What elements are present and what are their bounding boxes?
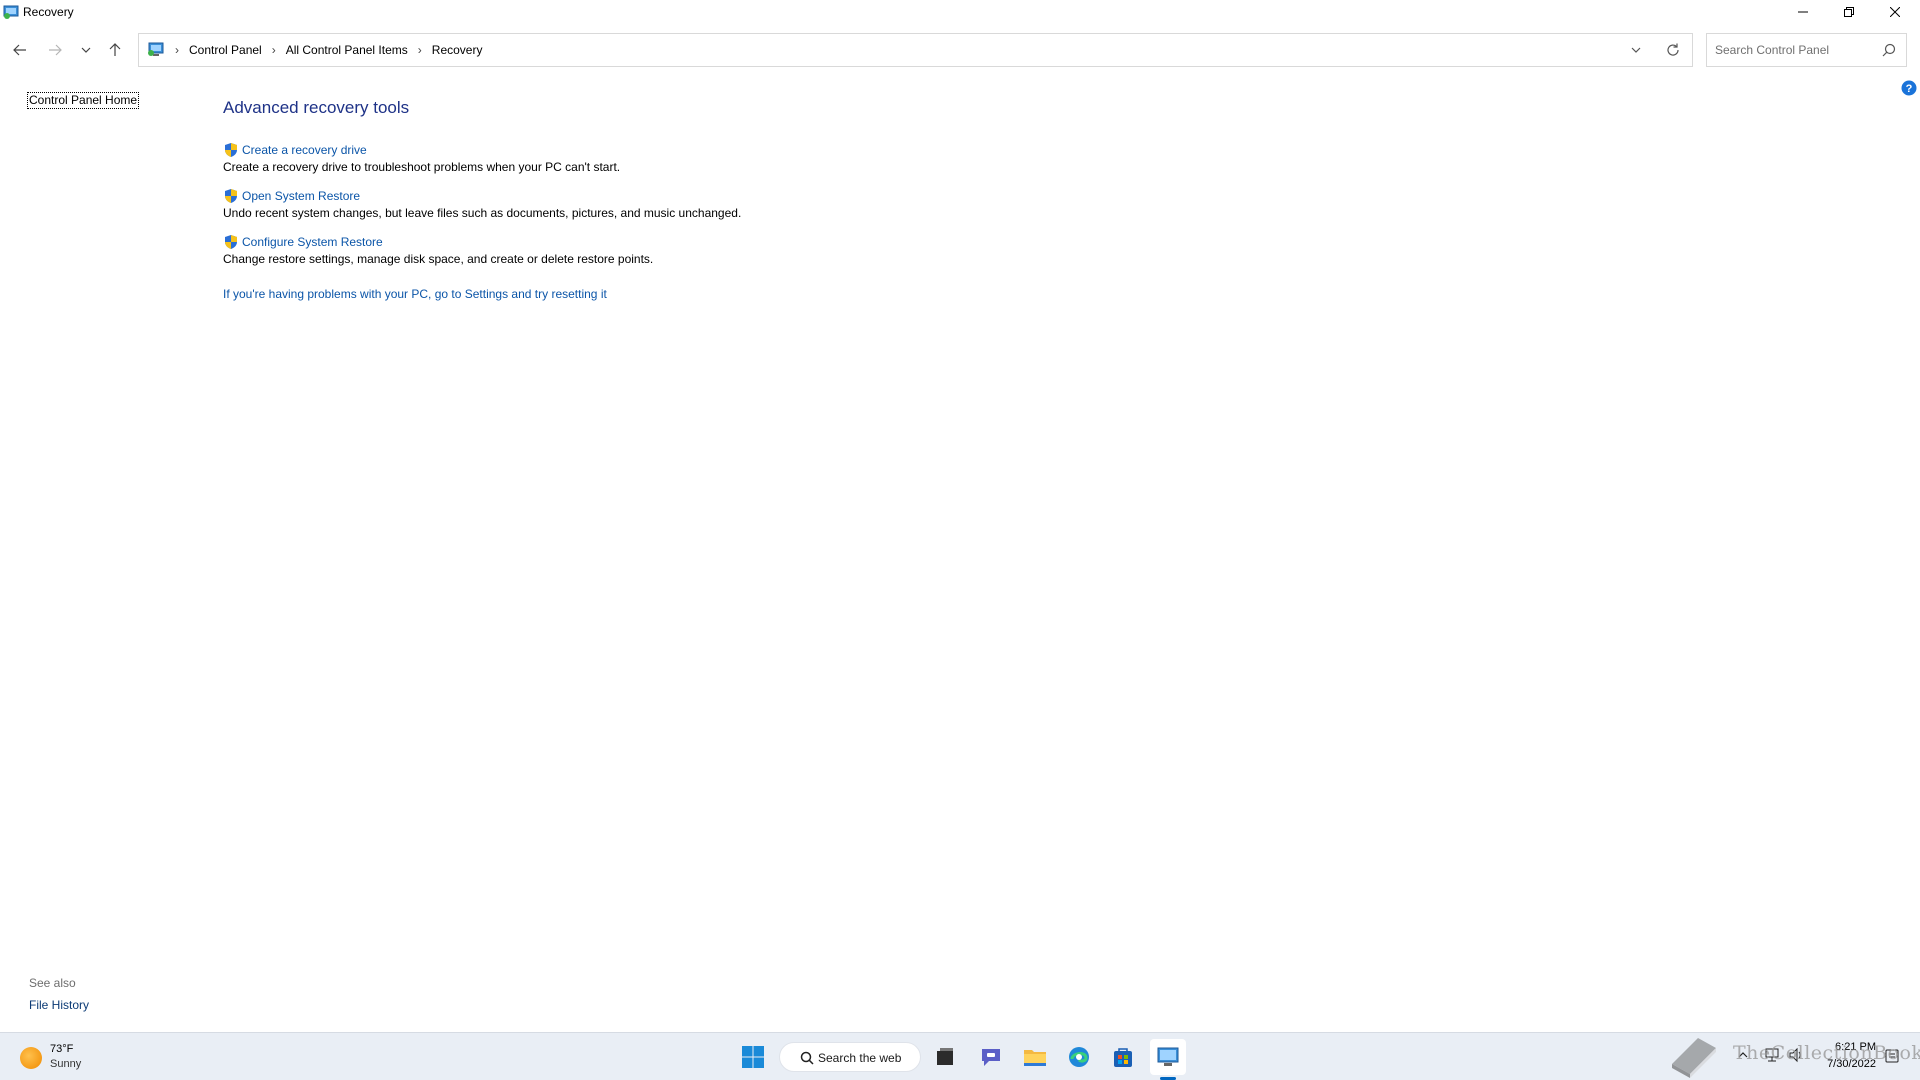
chevron-right-icon[interactable]: › [266, 43, 282, 57]
chat-icon [982, 1049, 1000, 1066]
back-button[interactable] [6, 32, 34, 68]
reset-pc-link[interactable]: If you're having problems with your PC, … [223, 287, 607, 301]
edge-browser-button[interactable] [1061, 1039, 1097, 1075]
search-input[interactable] [1715, 41, 1875, 59]
search-icon [800, 1051, 814, 1065]
store-button[interactable] [1105, 1039, 1141, 1075]
control-panel-icon [148, 42, 164, 56]
book-watermark-icon [1672, 1038, 1716, 1078]
chevron-right-icon: › [175, 43, 179, 57]
create-recovery-drive-description: Create a recovery drive to troubleshoot … [223, 160, 621, 174]
tool-configure-system-restore: Configure System Restore Change restore … [223, 234, 653, 266]
sun-icon[interactable] [20, 1047, 42, 1069]
open-system-restore-link[interactable]: Open System Restore [223, 188, 741, 204]
file-explorer-button[interactable] [1017, 1039, 1053, 1075]
arrow-left-icon [13, 44, 26, 56]
configure-system-restore-link[interactable]: Configure System Restore [223, 234, 653, 250]
folder-icon [1024, 1050, 1046, 1066]
arrow-up-icon [109, 43, 121, 56]
search-box[interactable] [1706, 33, 1907, 67]
teams-chat-button[interactable] [973, 1039, 1009, 1075]
chevron-down-icon [81, 47, 91, 53]
uac-shield-icon [225, 189, 237, 203]
task-view-icon [937, 1048, 953, 1065]
open-system-restore-description: Undo recent system changes, but leave fi… [223, 206, 742, 220]
taskbar-search-label: Search the web [818, 1051, 902, 1065]
taskbar: 73°F Sunny Search the web 6:21 PM 7/30/2… [0, 1032, 1920, 1080]
store-icon [1114, 1048, 1132, 1067]
restore-button[interactable] [1826, 0, 1872, 24]
breadcrumb-recovery[interactable]: Recovery [428, 43, 487, 57]
address-dropdown-icon[interactable] [1628, 42, 1644, 58]
taskbar-search-button[interactable]: Search the web [779, 1042, 921, 1072]
restore-icon [1844, 7, 1854, 17]
control-panel-home-link[interactable]: Control Panel Home [27, 92, 140, 109]
configure-system-restore-description: Change restore settings, manage disk spa… [223, 252, 654, 266]
close-icon [1890, 7, 1900, 17]
forward-button[interactable] [41, 32, 69, 68]
breadcrumb-control-panel[interactable]: Control Panel [185, 43, 266, 57]
control-panel-taskbar-button[interactable] [1150, 1039, 1186, 1075]
windows-logo-icon [742, 1046, 764, 1068]
svg-text:?: ? [1906, 83, 1913, 95]
refresh-icon[interactable] [1665, 42, 1681, 58]
close-button[interactable] [1872, 0, 1918, 24]
control-panel-icon [3, 5, 19, 19]
create-recovery-drive-link[interactable]: Create a recovery drive [223, 142, 620, 158]
chevron-right-icon[interactable]: › [412, 43, 428, 57]
uac-shield-icon [225, 235, 237, 249]
tool-create-recovery-drive: Create a recovery drive Create a recover… [223, 142, 620, 174]
open-system-restore-label[interactable]: Open System Restore [242, 189, 360, 203]
help-icon[interactable]: ? [1901, 80, 1917, 96]
arrow-right-icon [49, 44, 62, 56]
file-history-link[interactable]: File History [29, 998, 89, 1012]
weather-condition[interactable]: Sunny [50, 1058, 81, 1070]
title-bar: Recovery [0, 0, 1920, 24]
breadcrumb-all-items[interactable]: All Control Panel Items [282, 43, 412, 57]
start-button[interactable] [735, 1039, 771, 1075]
see-also-label: See also [29, 976, 76, 990]
up-button[interactable] [101, 32, 129, 68]
address-bar[interactable]: › Control Panel › All Control Panel Item… [138, 33, 1693, 67]
breadcrumb: › Control Panel › All Control Panel Item… [169, 34, 486, 66]
task-view-button[interactable] [927, 1039, 963, 1075]
edge-icon [1069, 1047, 1089, 1067]
create-recovery-drive-label[interactable]: Create a recovery drive [242, 143, 367, 157]
recent-locations-button[interactable] [72, 32, 100, 68]
configure-system-restore-label[interactable]: Configure System Restore [242, 235, 383, 249]
tool-open-system-restore: Open System Restore Undo recent system c… [223, 188, 741, 220]
minimize-button[interactable] [1780, 0, 1826, 24]
page-title: Advanced recovery tools [223, 98, 410, 117]
control-panel-icon [1157, 1047, 1179, 1066]
minimize-icon [1798, 11, 1808, 13]
uac-shield-icon [225, 143, 237, 157]
search-icon[interactable] [1882, 43, 1896, 57]
window-title: Recovery [23, 5, 74, 19]
weather-temperature[interactable]: 73°F [50, 1043, 73, 1055]
watermark-text: TheCollectionBook [1733, 1042, 1920, 1064]
